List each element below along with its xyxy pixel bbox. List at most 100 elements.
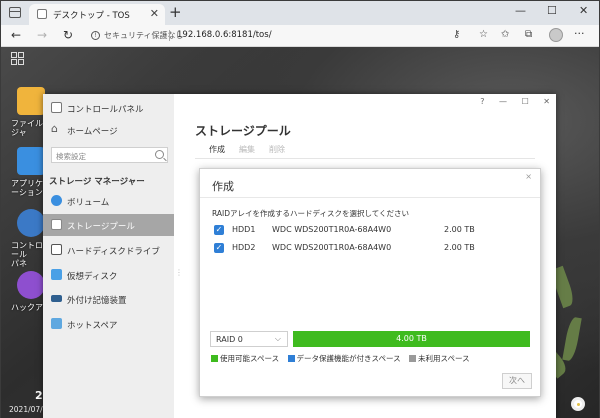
- maximize-button[interactable]: ☐: [547, 4, 557, 17]
- tab-delete: 削除: [269, 145, 285, 154]
- sidebar-item-home[interactable]: ⌂ ホームページ: [43, 119, 174, 141]
- page-title: ストレージプール: [195, 124, 291, 138]
- tab-close-icon[interactable]: ✕: [150, 7, 159, 20]
- sidebar-item-label: ハードディスクドライブ: [67, 247, 160, 257]
- more-menu-icon[interactable]: ···: [574, 27, 585, 40]
- raid-level-value: RAID 0: [216, 335, 243, 344]
- wallpaper-flower: [571, 397, 585, 411]
- tab-favicon-icon: [37, 9, 47, 19]
- desktop-icon-label: ハックア: [11, 303, 43, 312]
- sidebar-splitter[interactable]: ⋮: [175, 268, 183, 277]
- dialog-instruction: RAIDアレイを作成するハードディスクを選択してください: [212, 209, 410, 218]
- sidebar-item-label: 仮想ディスク: [67, 272, 118, 282]
- external-storage-icon: [51, 295, 62, 302]
- chevron-down-icon: ⌵: [274, 334, 281, 343]
- browser-window: デスクトップ - TOS ✕ + — ☐ ✕ ← → ↻ ! セキュリティ保護な…: [0, 0, 600, 418]
- key-icon[interactable]: ⚷: [453, 29, 460, 40]
- desktop-icon-label: ファイル ジャ: [11, 119, 43, 137]
- sidebar-item-volume[interactable]: ボリューム: [43, 190, 174, 212]
- control-panel-gear-icon[interactable]: [17, 209, 45, 237]
- minimize-icon[interactable]: —: [499, 97, 507, 106]
- url-separator: [169, 30, 170, 41]
- sidebar-item-label: ホームページ: [67, 127, 118, 137]
- back-icon[interactable]: ←: [11, 28, 21, 42]
- search-placeholder: 検索設定: [56, 152, 86, 161]
- url-text[interactable]: 192.168.0.6:8181/tos/: [177, 30, 272, 40]
- desktop-clock-time: 2: [35, 389, 43, 402]
- tab-create[interactable]: 作成: [209, 144, 225, 155]
- disk-model: WDC WDS200T1R0A-68A4W0: [272, 243, 392, 252]
- sidebar-item-hot-spare[interactable]: ホットスペア: [43, 313, 174, 335]
- address-bar-row: ← → ↻ ! セキュリティ保護なし 192.168.0.6:8181/tos/…: [1, 25, 599, 47]
- close-window-button[interactable]: ✕: [579, 4, 588, 17]
- tab-title: デスクトップ - TOS: [53, 11, 130, 21]
- disk-row[interactable]: ✓ HDD2 WDC WDS200T1R0A-68A4W0 2.00 TB: [212, 241, 528, 257]
- tos-desktop: ファイル ジャ アプリケーション コントロール パネ ハックア 2 2021/0…: [1, 47, 599, 418]
- desktop-icon-label: コントロール パネ: [11, 241, 43, 268]
- home-icon: ⌂: [51, 122, 58, 135]
- hdd-icon: [51, 244, 62, 255]
- reload-icon[interactable]: ↻: [63, 28, 73, 42]
- backup-clock-icon[interactable]: [17, 271, 45, 299]
- disk-size: 2.00 TB: [444, 243, 475, 252]
- tos-start-icon[interactable]: [11, 52, 25, 66]
- favorite-star-icon[interactable]: ☆: [479, 29, 488, 40]
- disk-model: WDC WDS200T1R0A-68A4W0: [272, 225, 392, 234]
- disk-row[interactable]: ✓ HDD1 WDC WDS200T1R0A-68A4W0 2.00 TB: [212, 223, 528, 239]
- tab-underline: [195, 158, 535, 159]
- sidebar: コントロールパネル ⌂ ホームページ 検索設定 ストレージ マネージャー ボリュ…: [43, 94, 174, 418]
- collections-icon[interactable]: ⧉: [525, 29, 532, 40]
- forward-icon: →: [37, 28, 48, 42]
- browser-tab[interactable]: デスクトップ - TOS ✕: [29, 4, 165, 25]
- disk-checkbox[interactable]: ✓: [214, 243, 224, 253]
- sidebar-header[interactable]: コントロールパネル: [43, 97, 174, 119]
- hot-spare-icon: [51, 318, 62, 329]
- new-tab-button[interactable]: +: [169, 3, 182, 21]
- minimize-button[interactable]: —: [515, 4, 526, 17]
- section-title: ストレージ マネージャー: [49, 177, 145, 187]
- settings-search-input[interactable]: 検索設定: [51, 147, 168, 163]
- disk-size: 2.00 TB: [444, 225, 475, 234]
- app-center-icon[interactable]: [17, 147, 45, 175]
- sidebar-header-label: コントロールパネル: [67, 105, 144, 115]
- tab-strip: デスクトップ - TOS ✕ + — ☐ ✕: [1, 1, 599, 25]
- legend-label: 使用可能スペース: [220, 354, 280, 363]
- disk-checkbox[interactable]: ✓: [214, 225, 224, 235]
- storage-pool-icon: [51, 219, 62, 230]
- sidebar-item-storage-pool[interactable]: ストレージプール: [43, 214, 174, 236]
- window-controls: ? — ☐ ✕: [468, 97, 550, 106]
- help-icon[interactable]: ?: [480, 97, 484, 106]
- capacity-legend: 使用可能スペース データ保護機能が付きスペース 未利用スペース: [211, 353, 476, 364]
- sidebar-item-external-storage[interactable]: 外付け記憶装置: [43, 288, 174, 310]
- security-label[interactable]: セキュリティ保護なし: [104, 30, 184, 41]
- create-pool-dialog: × 作成 RAIDアレイを作成するハードディスクを選択してください ✓ HDD1…: [199, 168, 541, 397]
- dialog-divider: [200, 197, 540, 198]
- next-button[interactable]: 次へ: [502, 373, 532, 389]
- disk-name: HDD2: [232, 243, 256, 252]
- not-secure-icon[interactable]: !: [91, 31, 100, 40]
- close-icon[interactable]: ×: [525, 172, 532, 181]
- legend-label: 未利用スペース: [418, 354, 470, 363]
- file-manager-icon[interactable]: [17, 87, 45, 115]
- dialog-title: 作成: [212, 180, 234, 193]
- sidebar-item-virtual-disk[interactable]: 仮想ディスク: [43, 264, 174, 286]
- volume-icon: [51, 195, 62, 206]
- sidebar-item-label: ホットスペア: [67, 321, 118, 331]
- disk-name: HDD1: [232, 225, 256, 234]
- capacity-label: 4.00 TB: [396, 334, 427, 343]
- raid-level-select[interactable]: RAID 0 ⌵: [210, 331, 288, 347]
- address-bar[interactable]: ! セキュリティ保護なし 192.168.0.6:8181/tos/: [87, 27, 477, 45]
- profile-avatar[interactable]: [549, 28, 563, 42]
- favorites-icon[interactable]: ✩: [501, 29, 509, 40]
- virtual-disk-icon: [51, 269, 62, 280]
- maximize-icon[interactable]: ☐: [522, 97, 529, 106]
- search-icon[interactable]: [155, 150, 164, 159]
- close-icon[interactable]: ✕: [543, 97, 550, 106]
- control-panel-icon: [51, 102, 62, 113]
- sidebar-item-hdd[interactable]: ハードディスクドライブ: [43, 239, 174, 261]
- sidebar-item-label: ストレージプール: [67, 222, 135, 232]
- protected-swatch: [287, 355, 295, 362]
- sidebar-item-label: ボリューム: [67, 198, 110, 208]
- wallpaper-leaf: [562, 316, 582, 362]
- tab-actions-icon[interactable]: [9, 7, 21, 18]
